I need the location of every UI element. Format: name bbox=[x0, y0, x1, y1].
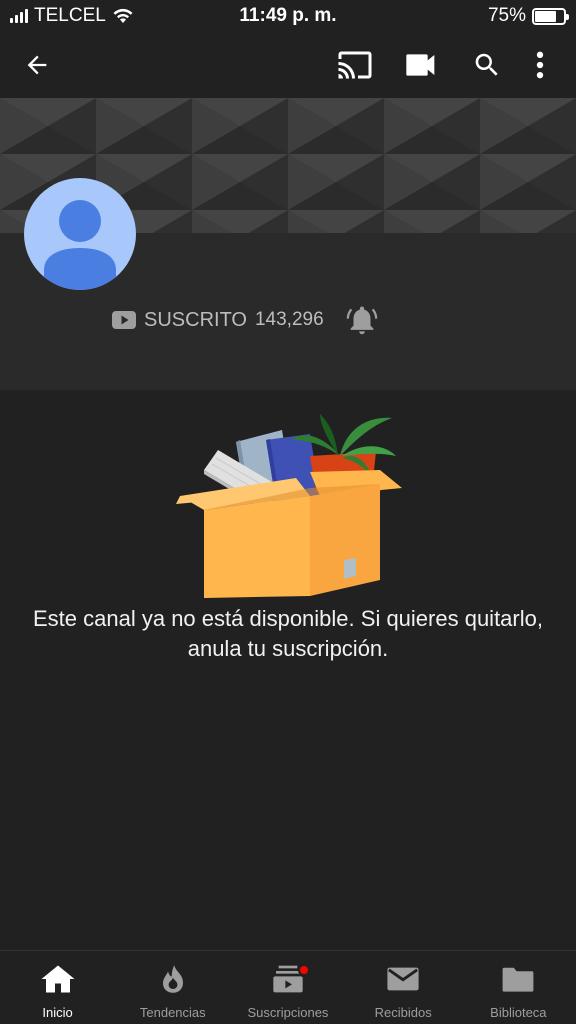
nav-item-inicio[interactable]: Inicio bbox=[0, 951, 115, 1024]
video-camera-icon bbox=[406, 54, 435, 76]
empty-box-illustration bbox=[170, 412, 410, 602]
cast-button[interactable] bbox=[322, 32, 388, 98]
nav-icon-wrap bbox=[160, 963, 186, 995]
back-button[interactable] bbox=[16, 32, 58, 98]
subscribed-button[interactable]: SUSCRITO bbox=[144, 309, 247, 332]
subscriber-count: 143,296 bbox=[254, 309, 324, 330]
status-right: 75% bbox=[487, 5, 569, 27]
nav-icon-wrap bbox=[272, 963, 310, 995]
nav-label: Inicio bbox=[42, 1005, 73, 1020]
nav-label: Recibidos bbox=[374, 1005, 432, 1020]
wifi-icon bbox=[113, 8, 133, 23]
battery-percent: 75% bbox=[487, 5, 526, 26]
battery-icon bbox=[532, 7, 569, 25]
more-options-button[interactable] bbox=[520, 32, 560, 98]
back-arrow-icon bbox=[27, 55, 47, 75]
channel-unavailable-message: Este canal ya no está disponible. Si qui… bbox=[33, 606, 543, 661]
nav-icon-wrap bbox=[40, 963, 76, 995]
new-content-dot bbox=[297, 964, 310, 976]
status-left: TELCEL bbox=[10, 5, 134, 27]
bell-icon bbox=[346, 306, 377, 335]
bottom-nav: Inicio Tendencias Suscripciones Recibido… bbox=[0, 950, 576, 1024]
youtube-play-icon bbox=[112, 311, 136, 329]
home-icon bbox=[41, 965, 75, 993]
mail-icon bbox=[387, 967, 419, 991]
flame-icon bbox=[162, 965, 183, 993]
avatar bbox=[24, 178, 136, 290]
signal-icon bbox=[10, 9, 28, 23]
status-bar: TELCEL 11:49 p. m. 75% bbox=[0, 0, 576, 32]
carrier-name: TELCEL bbox=[34, 5, 106, 26]
folder-icon bbox=[502, 967, 534, 992]
nav-item-tendencias[interactable]: Tendencias bbox=[115, 951, 230, 1024]
default-user-icon bbox=[44, 200, 116, 290]
upload-video-button[interactable] bbox=[388, 32, 454, 98]
battery-fill bbox=[535, 10, 556, 22]
cast-icon bbox=[338, 51, 372, 79]
nav-label: Suscripciones bbox=[247, 1005, 329, 1020]
nav-label: Tendencias bbox=[139, 1005, 206, 1020]
nav-icon-wrap bbox=[386, 963, 420, 995]
nav-label: Biblioteca bbox=[490, 1005, 547, 1020]
notification-bell-button[interactable] bbox=[342, 302, 382, 338]
app-bar bbox=[0, 32, 576, 98]
search-icon bbox=[475, 53, 498, 76]
nav-icon-wrap bbox=[501, 963, 535, 995]
nav-item-biblioteca[interactable]: Biblioteca bbox=[461, 951, 576, 1024]
app-bar-actions bbox=[322, 32, 560, 98]
nav-item-recibidos[interactable]: Recibidos bbox=[346, 951, 461, 1024]
search-button[interactable] bbox=[454, 32, 520, 98]
subscription-row: SUSCRITO 143,296 bbox=[112, 302, 382, 338]
more-vert-icon bbox=[536, 51, 544, 79]
nav-item-suscripciones[interactable]: Suscripciones bbox=[230, 951, 345, 1024]
